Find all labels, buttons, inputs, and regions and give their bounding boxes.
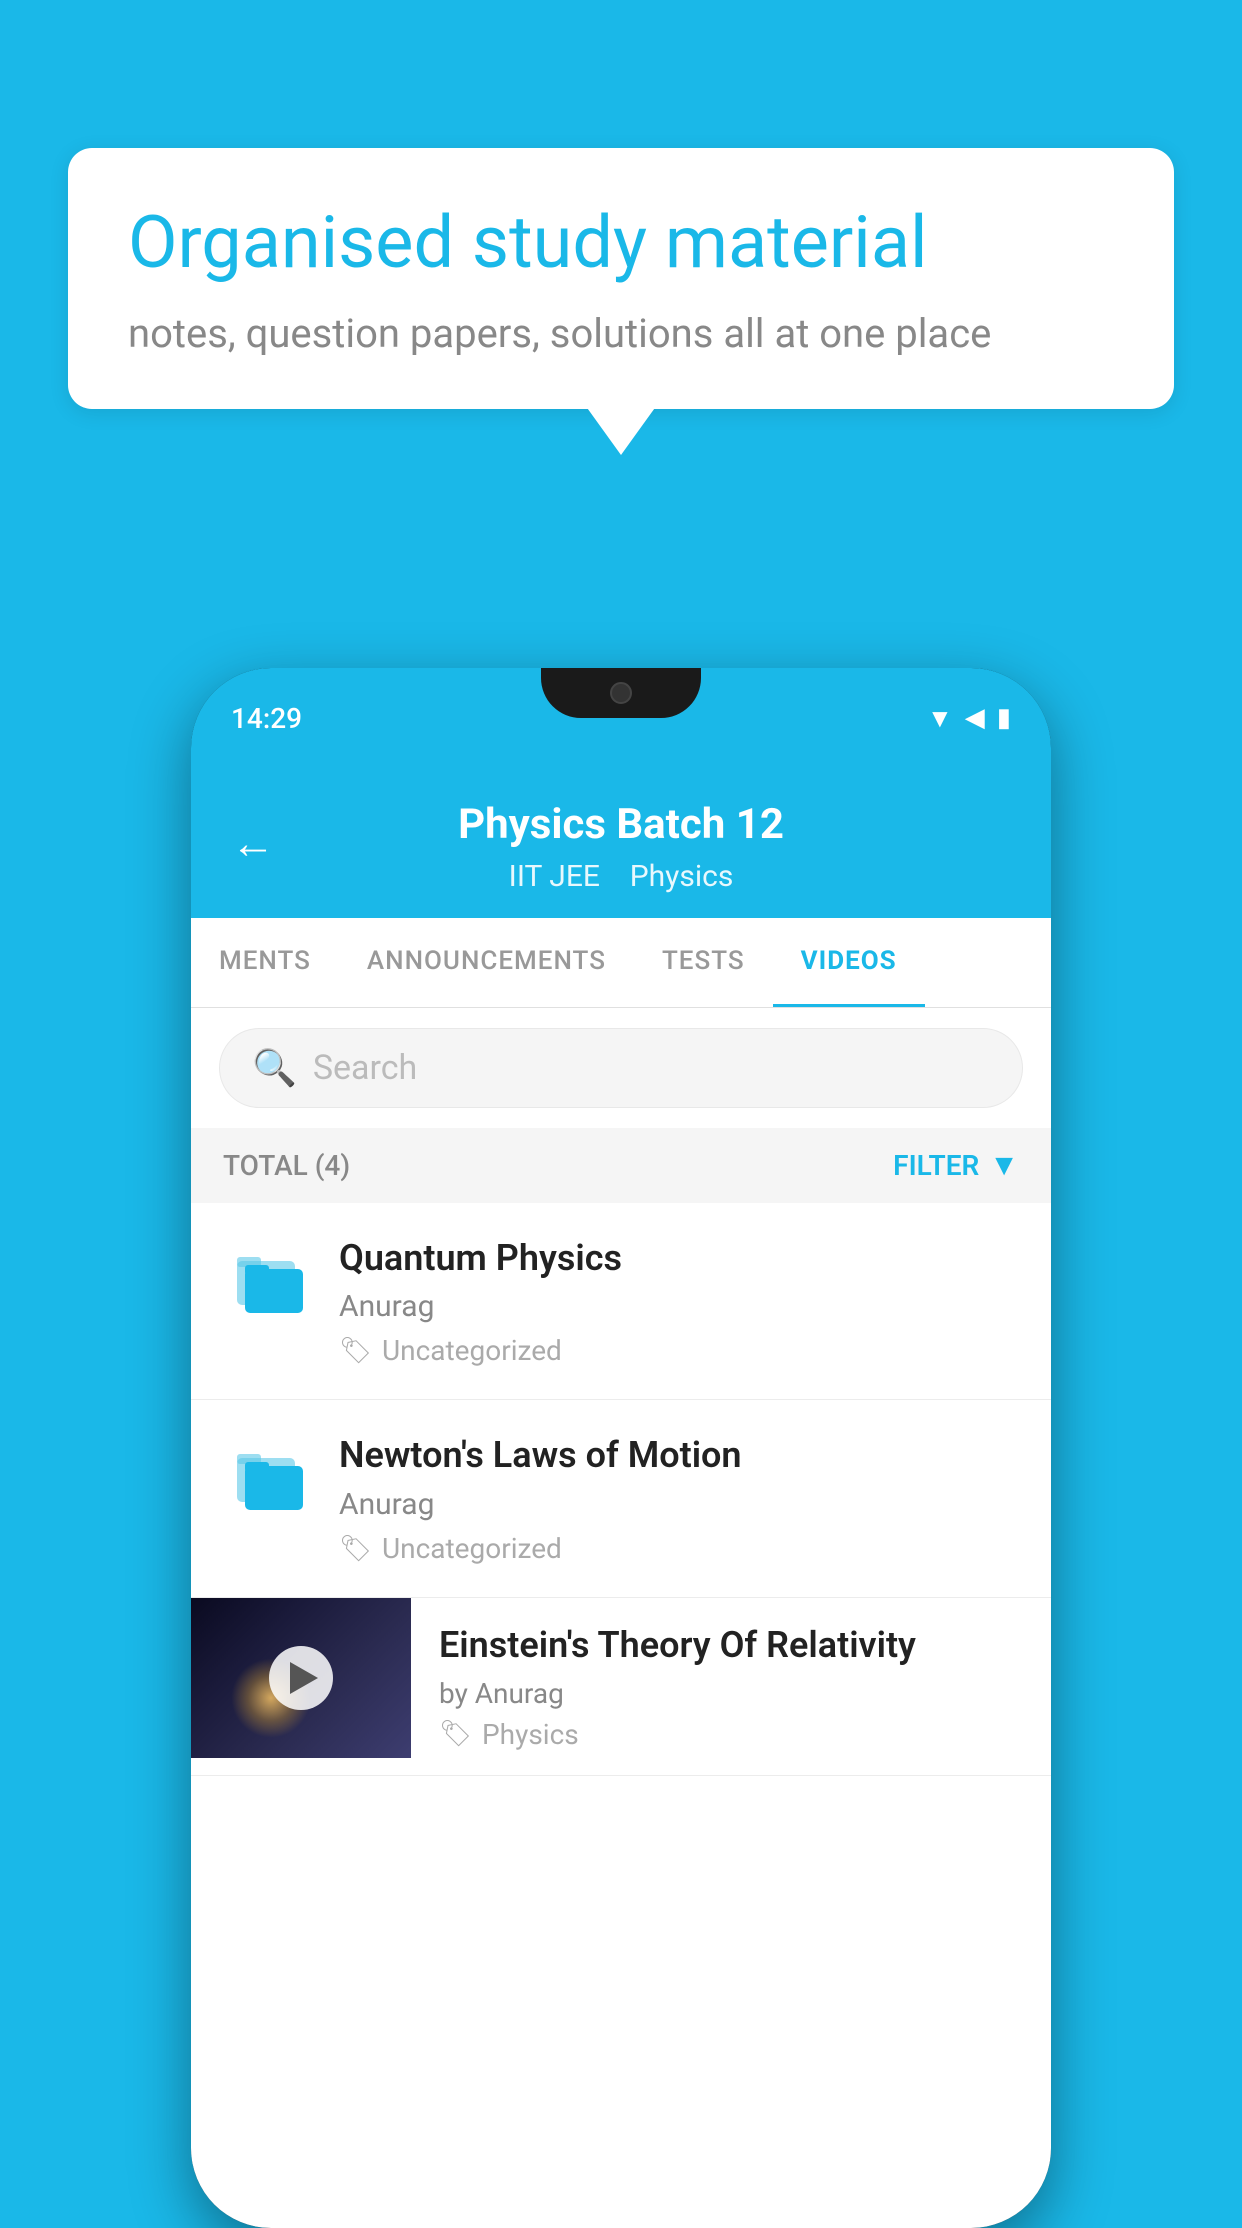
status-time: 14:29 [231, 702, 302, 735]
phone-notch [541, 668, 701, 718]
folder-icon [231, 1436, 311, 1516]
list-item-content: Newton's Laws of Motion Anurag 🏷 Uncateg… [339, 1432, 1011, 1565]
back-button[interactable]: ← [231, 817, 275, 869]
phone-screen: ← Physics Batch 12 IIT JEE Physics MENTS… [191, 768, 1051, 2228]
search-placeholder: Search [313, 1048, 417, 1088]
search-bar[interactable]: 🔍 Search [219, 1028, 1023, 1108]
filter-button[interactable]: FILTER ▼ [893, 1148, 1019, 1183]
phone-status-bar: 14:29 ▼ ◀ ▮ [191, 668, 1051, 768]
app-header-subtitle: IIT JEE Physics [231, 859, 1011, 894]
play-button[interactable] [269, 1646, 333, 1710]
app-header-title: Physics Batch 12 [231, 798, 1011, 853]
camera-dot [610, 682, 632, 704]
subtitle-iitjee: IIT JEE [509, 859, 600, 894]
battery-icon: ▮ [997, 703, 1011, 733]
search-container: 🔍 Search [191, 1008, 1051, 1128]
video-thumbnail [191, 1598, 411, 1758]
tab-announcements[interactable]: ANNOUNCEMENTS [339, 918, 634, 1007]
list-item[interactable]: Einstein's Theory Of Relativity by Anura… [191, 1598, 1051, 1776]
tag-text: Uncategorized [382, 1532, 562, 1565]
tabs-bar: MENTS ANNOUNCEMENTS TESTS VIDEOS [191, 918, 1051, 1008]
video-author: by Anurag [439, 1677, 1023, 1710]
signal-icon: ◀ [965, 703, 985, 733]
phone-mockup: 14:29 ▼ ◀ ▮ ← Physics Batch 12 IIT JEE P… [191, 668, 1051, 2228]
wifi-icon: ▼ [927, 703, 953, 734]
video-title: Newton's Laws of Motion [339, 1432, 1011, 1479]
filter-bar: TOTAL (4) FILTER ▼ [191, 1128, 1051, 1203]
video-tag-row: 🏷 Physics [439, 1718, 1023, 1751]
tag-text: Physics [482, 1718, 579, 1751]
list-item[interactable]: Quantum Physics Anurag 🏷 Uncategorized [191, 1203, 1051, 1401]
speech-bubble-title: Organised study material [128, 200, 1114, 286]
app-header: ← Physics Batch 12 IIT JEE Physics [191, 768, 1051, 918]
tab-ments[interactable]: MENTS [191, 918, 339, 1007]
list-item-content: Quantum Physics Anurag 🏷 Uncategorized [339, 1235, 1011, 1368]
video-author: Anurag [339, 1289, 1011, 1324]
search-icon: 🔍 [252, 1047, 297, 1089]
tag-text: Uncategorized [382, 1334, 562, 1367]
filter-label: FILTER [893, 1149, 979, 1182]
total-count-label: TOTAL (4) [223, 1149, 350, 1182]
filter-funnel-icon: ▼ [989, 1148, 1019, 1183]
folder-icon [231, 1239, 311, 1319]
tag-icon: 🏷 [339, 1336, 372, 1366]
tag-icon: 🏷 [339, 1534, 372, 1564]
video-title: Quantum Physics [339, 1235, 1011, 1282]
speech-bubble-container: Organised study material notes, question… [68, 148, 1174, 409]
tab-tests[interactable]: TESTS [634, 918, 773, 1007]
video-title: Einstein's Theory Of Relativity [439, 1622, 1023, 1669]
tag-icon: 🏷 [439, 1719, 472, 1749]
subtitle-physics: Physics [630, 859, 734, 894]
status-icons: ▼ ◀ ▮ [927, 703, 1011, 734]
speech-bubble-subtitle: notes, question papers, solutions all at… [128, 310, 1114, 357]
video-tag-row: 🏷 Uncategorized [339, 1334, 1011, 1367]
list-item[interactable]: Newton's Laws of Motion Anurag 🏷 Uncateg… [191, 1400, 1051, 1598]
video-tag-row: 🏷 Uncategorized [339, 1532, 1011, 1565]
speech-bubble: Organised study material notes, question… [68, 148, 1174, 409]
list-item-content: Einstein's Theory Of Relativity by Anura… [411, 1598, 1051, 1775]
play-triangle-icon [290, 1662, 318, 1694]
video-author: Anurag [339, 1487, 1011, 1522]
tab-videos[interactable]: VIDEOS [773, 918, 925, 1007]
